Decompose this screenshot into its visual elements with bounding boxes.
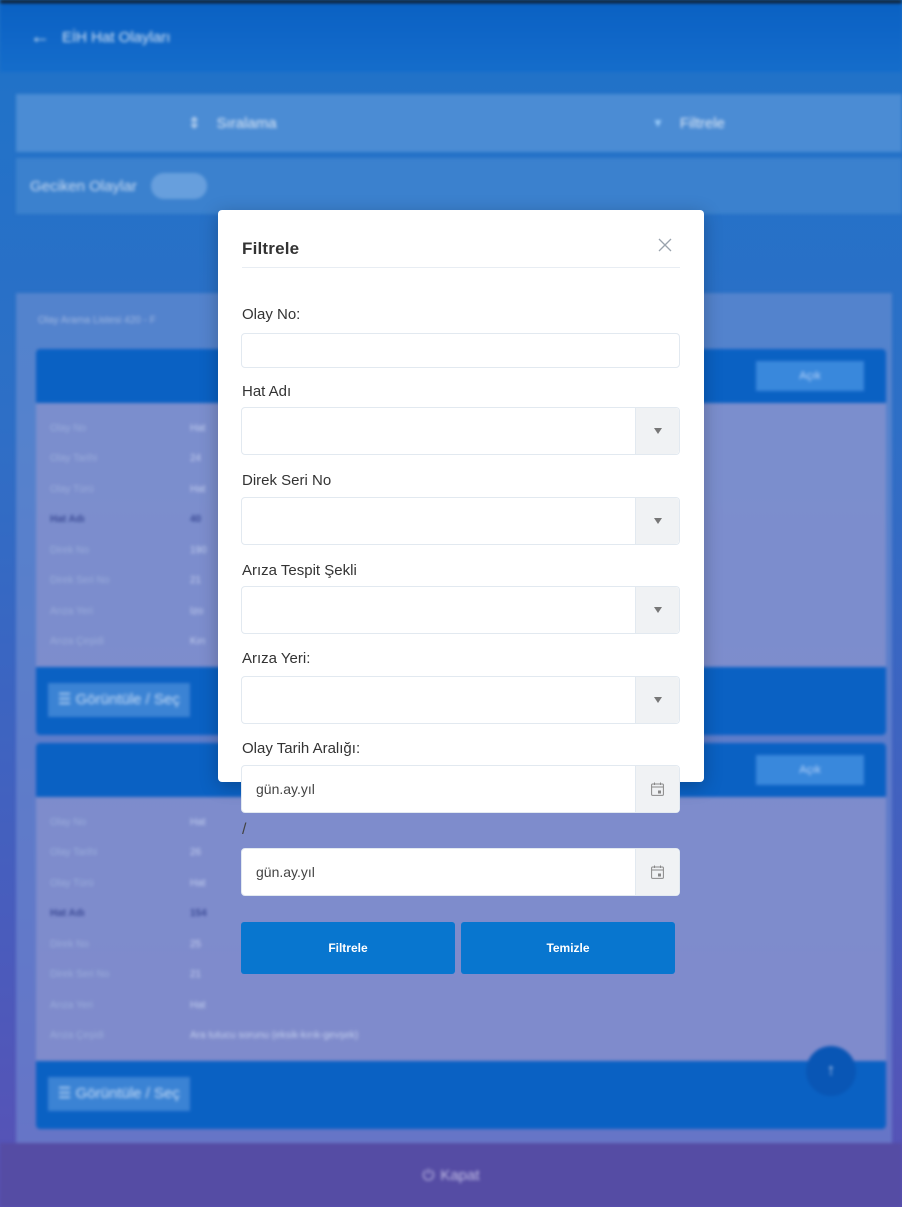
date-range-label: Olay Tarih Aralığı: bbox=[242, 740, 361, 757]
date-start-input[interactable]: gün.ay.yıl bbox=[241, 765, 680, 813]
caret-down-icon bbox=[653, 428, 662, 434]
caret-down-icon bbox=[653, 607, 662, 613]
fault-place-dropdown-button[interactable] bbox=[635, 677, 679, 723]
fault-place-select[interactable] bbox=[241, 676, 680, 724]
filter-submit-button[interactable]: Filtrele bbox=[241, 922, 455, 974]
event-no-input[interactable] bbox=[241, 333, 680, 368]
line-name-select[interactable] bbox=[241, 407, 680, 455]
modal-header: Filtrele bbox=[242, 234, 680, 268]
pole-serial-label: Direk Seri No bbox=[242, 472, 332, 489]
fault-place-value bbox=[242, 677, 256, 723]
date-end-value: gün.ay.yıl bbox=[256, 864, 315, 880]
event-no-label: Olay No: bbox=[242, 306, 301, 323]
event-no-value bbox=[242, 334, 256, 367]
pole-serial-select[interactable] bbox=[241, 497, 680, 545]
pole-serial-dropdown-button[interactable] bbox=[635, 498, 679, 544]
clear-button[interactable]: Temizle bbox=[461, 922, 675, 974]
pole-serial-value bbox=[242, 498, 256, 544]
date-start-calendar-button[interactable] bbox=[635, 766, 679, 812]
fault-detect-dropdown-button[interactable] bbox=[635, 587, 679, 633]
date-start-value: gün.ay.yıl bbox=[256, 781, 315, 797]
filter-modal: Filtrele Olay No: Hat Adı Direk Seri No … bbox=[218, 210, 704, 974]
fault-detect-select[interactable] bbox=[241, 586, 680, 634]
date-end-calendar-button[interactable] bbox=[635, 849, 679, 895]
line-name-label: Hat Adı bbox=[242, 383, 292, 400]
line-name-dropdown-button[interactable] bbox=[635, 408, 679, 454]
fault-detect-label: Arıza Tespit Şekli bbox=[242, 562, 357, 579]
caret-down-icon bbox=[653, 518, 662, 524]
fault-place-label: Arıza Yeri: bbox=[242, 650, 311, 667]
close-icon[interactable] bbox=[656, 236, 674, 254]
calendar-icon bbox=[651, 865, 664, 879]
date-end-input[interactable]: gün.ay.yıl bbox=[241, 848, 680, 896]
line-name-value bbox=[242, 408, 256, 454]
modal-title: Filtrele bbox=[242, 239, 300, 258]
caret-down-icon bbox=[653, 697, 662, 703]
date-range-separator: / bbox=[242, 821, 247, 838]
calendar-icon bbox=[651, 782, 664, 796]
fault-detect-value bbox=[242, 587, 256, 633]
